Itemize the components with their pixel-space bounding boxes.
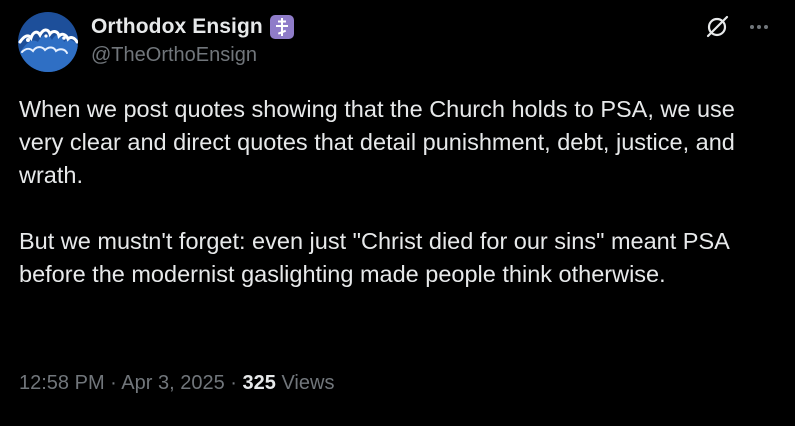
post-metadata: 12:58 PM · Apr 3, 2025 · 325 Views: [19, 372, 334, 395]
more-options-icon[interactable]: [745, 13, 773, 41]
more-dot: [764, 25, 768, 29]
post-paragraph: But we mustn't forget: even just "Christ…: [19, 228, 729, 287]
more-dot: [750, 25, 754, 29]
wave-avatar-icon: [18, 12, 78, 72]
orthodox-cross-icon: [269, 15, 294, 39]
views-label: Views: [281, 372, 335, 394]
post-paragraph: When we post quotes showing that the Chu…: [19, 96, 735, 188]
author-name-row: Orthodox Ensign: [91, 13, 294, 41]
views-count: 325: [242, 372, 276, 394]
post-card: Orthodox Ensign @TheOrthoEnsign When we …: [0, 0, 795, 426]
more-dot: [757, 25, 761, 29]
meta-separator: ·: [230, 372, 237, 394]
author-avatar[interactable]: [18, 12, 78, 72]
post-date[interactable]: Apr 3, 2025: [121, 372, 224, 394]
author-display-name[interactable]: Orthodox Ensign: [91, 15, 263, 39]
post-time[interactable]: 12:58 PM: [19, 372, 105, 394]
author-handle[interactable]: @TheOrthoEnsign: [91, 44, 257, 67]
post-text: When we post quotes showing that the Chu…: [19, 93, 779, 291]
grok-icon[interactable]: [703, 13, 731, 41]
meta-separator: ·: [110, 372, 117, 394]
